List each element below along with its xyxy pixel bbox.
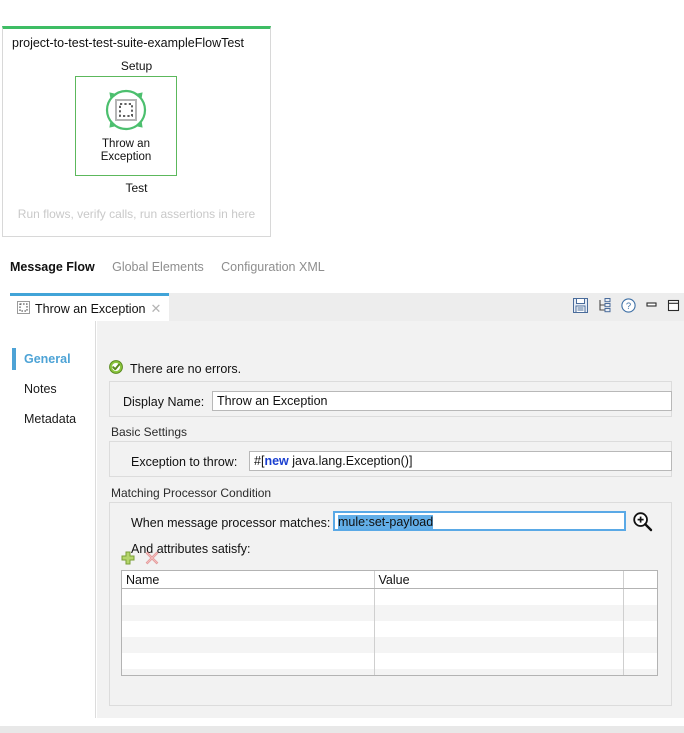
throw-exception-icon (99, 83, 153, 137)
tab-configuration-xml[interactable]: Configuration XML (221, 260, 325, 274)
hierarchy-icon[interactable] (597, 298, 612, 316)
exception-to-throw-input[interactable]: #[new java.lang.Exception()] (249, 451, 672, 471)
setup-lane-label: Setup (3, 59, 270, 73)
exception-to-throw-label: Exception to throw: (131, 455, 237, 469)
status-text: There are no errors. (130, 362, 241, 376)
delete-icon[interactable] (145, 551, 159, 568)
tab-global-elements[interactable]: Global Elements (112, 260, 204, 274)
dashed-square-icon (17, 301, 30, 317)
test-lane-label: Test (3, 181, 270, 195)
close-icon[interactable]: ✕ (150, 302, 161, 315)
status-banner: There are no errors. (109, 360, 241, 377)
matching-condition-caption: Matching Processor Condition (111, 486, 271, 500)
help-icon[interactable]: ? (621, 298, 636, 316)
sidebar-item-metadata[interactable]: Metadata (10, 404, 95, 434)
properties-tabbar: Throw an Exception ✕ (10, 293, 684, 322)
flow-container[interactable]: project-to-test-test-suite-exampleFlowTe… (2, 26, 271, 237)
message-processor-label: Throw an Exception (76, 138, 176, 164)
table-row[interactable] (122, 605, 657, 621)
display-name-label: Display Name: (123, 395, 204, 409)
table-row[interactable] (122, 669, 657, 676)
message-processor-throw-an-exception[interactable]: Throw an Exception (75, 76, 177, 176)
table-row[interactable] (122, 637, 657, 653)
sidebar-item-notes[interactable]: Notes (10, 374, 95, 404)
message-flow-canvas: project-to-test-test-suite-exampleFlowTe… (0, 0, 684, 250)
processor-matches-label: When message processor matches: (131, 516, 330, 530)
maximize-icon[interactable] (667, 299, 680, 315)
add-icon[interactable] (121, 551, 135, 568)
table-row[interactable] (122, 653, 657, 669)
success-check-icon (109, 360, 123, 377)
table-header-row: Name Value (122, 571, 657, 589)
window-bottom-strip (0, 726, 684, 733)
expression-suffix: java.lang.Exception()] (289, 454, 413, 468)
table-row[interactable] (122, 589, 657, 606)
processor-matches-value: mule:set-payload (338, 515, 433, 529)
properties-tab-label: Throw an Exception (35, 302, 145, 316)
display-name-input[interactable]: Throw an Exception (212, 391, 672, 411)
properties-side-nav: General Notes Metadata (10, 321, 96, 718)
column-header-value[interactable]: Value (374, 571, 623, 589)
editor-tab-strip: Message Flow Global Elements Configurati… (0, 260, 684, 282)
minimize-icon[interactable] (645, 299, 658, 315)
flow-title: project-to-test-test-suite-exampleFlowTe… (12, 36, 244, 50)
properties-tab-throw-an-exception[interactable]: Throw an Exception ✕ (10, 293, 169, 321)
attributes-table[interactable]: Name Value (121, 570, 658, 676)
tab-message-flow[interactable]: Message Flow (10, 260, 95, 274)
column-header-extra[interactable] (623, 571, 657, 589)
save-icon[interactable] (573, 298, 588, 316)
expression-prefix: #[ (254, 454, 264, 468)
expression-keyword: new (264, 454, 288, 468)
flow-placeholder-hint: Run flows, verify calls, run assertions … (3, 207, 270, 221)
attributes-table-toolbar (121, 551, 159, 568)
table-row[interactable] (122, 621, 657, 637)
svg-text:?: ? (626, 301, 631, 312)
sidebar-item-general[interactable]: General (10, 344, 95, 374)
basic-settings-caption: Basic Settings (111, 425, 187, 439)
processor-matches-input[interactable]: mule:set-payload (333, 511, 626, 531)
properties-toolbar: ? (573, 293, 680, 321)
column-header-name[interactable]: Name (122, 571, 374, 589)
zoom-in-icon[interactable] (632, 511, 653, 535)
